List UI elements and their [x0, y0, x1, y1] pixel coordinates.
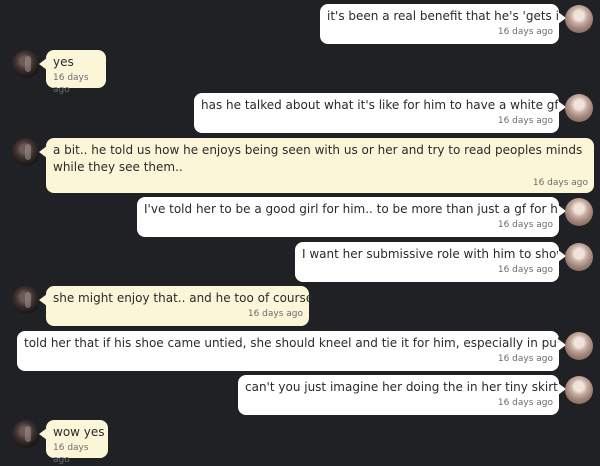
- message-timestamp: 16 days ago: [497, 220, 553, 230]
- message-bubble: I've told her to be a good girl for him.…: [137, 197, 573, 237]
- message-text: she might enjoy that.. and he too of cou…: [53, 291, 314, 305]
- message-bubble: she might enjoy that.. and he too of cou…: [39, 286, 314, 326]
- message-bubble: I want her submissive role with him to s…: [295, 242, 567, 282]
- message-timestamp: 16 days ago: [497, 398, 553, 408]
- message-timestamp: 16 days ago: [53, 443, 89, 465]
- message-text: I want her submissive role with him to s…: [302, 247, 567, 261]
- message-timestamp: 16 days ago: [247, 309, 303, 319]
- message-timestamp: 16 days ago: [53, 73, 89, 95]
- user-avatar[interactable]: [565, 243, 593, 271]
- message-bubble: a bit.. he told us how he enjoys being s…: [39, 138, 594, 193]
- user-avatar[interactable]: [565, 5, 593, 33]
- message-text: I've told her to be a good girl for him.…: [144, 202, 573, 216]
- message-timestamp: 16 days ago: [497, 116, 553, 126]
- user-avatar[interactable]: [565, 94, 593, 122]
- user-avatar[interactable]: [565, 376, 593, 404]
- message-text: has he talked about what it's like for h…: [201, 98, 572, 112]
- contact-avatar[interactable]: [12, 286, 40, 314]
- message-text: told her that if his shoe came untied, s…: [24, 336, 578, 350]
- message-timestamp: 16 days ago: [497, 265, 553, 275]
- message-bubble: yes 16 days ago: [39, 50, 106, 95]
- contact-avatar[interactable]: [12, 138, 40, 166]
- contact-avatar[interactable]: [12, 420, 40, 448]
- message-timestamp: 16 days ago: [497, 27, 553, 37]
- user-avatar[interactable]: [565, 198, 593, 226]
- message-text: a bit.. he told us how he enjoys being s…: [53, 143, 583, 174]
- message-text: can't you just imagine her doing the in …: [245, 380, 572, 394]
- message-text: wow yes: [53, 425, 105, 439]
- message-bubble: has he talked about what it's like for h…: [194, 93, 572, 133]
- message-bubble: told her that if his shoe came untied, s…: [17, 331, 578, 371]
- message-text: it's been a real benefit that he's 'gets…: [327, 9, 567, 23]
- message-text: yes: [53, 55, 74, 69]
- contact-avatar[interactable]: [12, 50, 40, 78]
- message-bubble: can't you just imagine her doing the in …: [238, 375, 572, 415]
- message-timestamp: 16 days ago: [497, 354, 553, 364]
- user-avatar[interactable]: [565, 332, 593, 360]
- message-bubble: it's been a real benefit that he's 'gets…: [320, 4, 567, 44]
- message-bubble: wow yes 16 days ago: [39, 420, 108, 465]
- message-timestamp: 16 days ago: [532, 178, 588, 188]
